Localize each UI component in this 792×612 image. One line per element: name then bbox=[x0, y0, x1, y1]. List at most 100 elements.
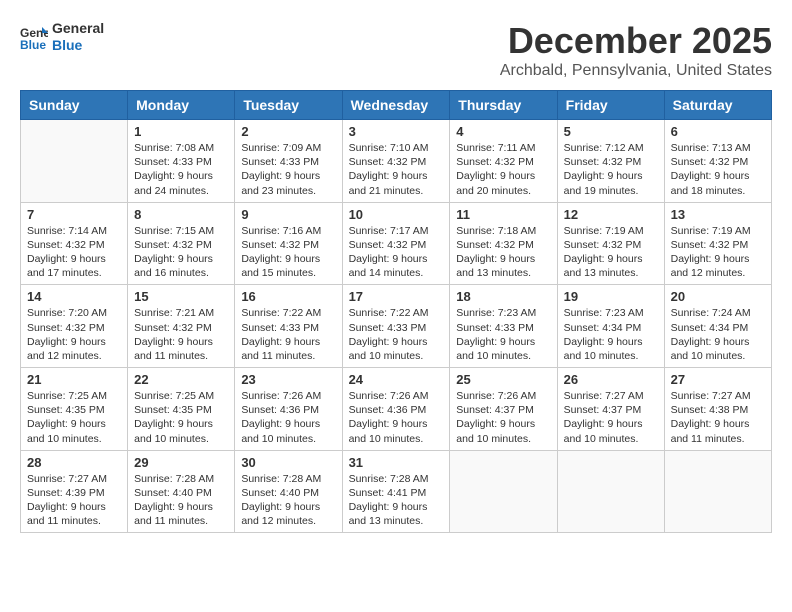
day-number: 10 bbox=[349, 207, 444, 222]
day-info: Sunrise: 7:26 AM Sunset: 4:36 PM Dayligh… bbox=[349, 389, 444, 446]
day-info: Sunrise: 7:12 AM Sunset: 4:32 PM Dayligh… bbox=[564, 141, 658, 198]
day-info: Sunrise: 7:26 AM Sunset: 4:37 PM Dayligh… bbox=[456, 389, 550, 446]
month-title: December 2025 bbox=[500, 20, 772, 62]
calendar-cell: 22 Sunrise: 7:25 AM Sunset: 4:35 PM Dayli… bbox=[128, 368, 235, 451]
calendar-week-row: 21 Sunrise: 7:25 AM Sunset: 4:35 PM Dayli… bbox=[21, 368, 772, 451]
calendar-cell: 24 Sunrise: 7:26 AM Sunset: 4:36 PM Dayli… bbox=[342, 368, 450, 451]
day-number: 13 bbox=[671, 207, 765, 222]
calendar-cell: 18 Sunrise: 7:23 AM Sunset: 4:33 PM Dayli… bbox=[450, 285, 557, 368]
calendar-cell: 28Sunrise: 7:27 AM Sunset: 4:39 PM Dayli… bbox=[21, 450, 128, 533]
day-info: Sunrise: 7:27 AM Sunset: 4:37 PM Dayligh… bbox=[564, 389, 658, 446]
calendar-week-row: 28Sunrise: 7:27 AM Sunset: 4:39 PM Dayli… bbox=[21, 450, 772, 533]
calendar-cell: 9 Sunrise: 7:16 AM Sunset: 4:32 PM Daylig… bbox=[235, 202, 342, 285]
day-number: 11 bbox=[456, 207, 550, 222]
day-number: 2 bbox=[241, 124, 335, 139]
day-info: Sunrise: 7:27 AM Sunset: 4:38 PM Dayligh… bbox=[671, 389, 765, 446]
calendar-cell: 31 Sunrise: 7:28 AM Sunset: 4:41 PM Dayli… bbox=[342, 450, 450, 533]
calendar-cell: 11 Sunrise: 7:18 AM Sunset: 4:32 PM Dayli… bbox=[450, 202, 557, 285]
calendar-cell bbox=[21, 120, 128, 203]
logo-icon: General Blue bbox=[20, 23, 48, 51]
day-number: 27 bbox=[671, 372, 765, 387]
day-info: Sunrise: 7:14 AM Sunset: 4:32 PM Dayligh… bbox=[27, 224, 121, 281]
day-number: 19 bbox=[564, 289, 658, 304]
calendar-cell: 23Sunrise: 7:26 AM Sunset: 4:36 PM Dayli… bbox=[235, 368, 342, 451]
calendar-cell: 3 Sunrise: 7:10 AM Sunset: 4:32 PM Daylig… bbox=[342, 120, 450, 203]
day-number: 12 bbox=[564, 207, 658, 222]
calendar-week-row: 7 Sunrise: 7:14 AM Sunset: 4:32 PM Daylig… bbox=[21, 202, 772, 285]
day-info: Sunrise: 7:25 AM Sunset: 4:35 PM Dayligh… bbox=[27, 389, 121, 446]
calendar-cell: 15 Sunrise: 7:21 AM Sunset: 4:32 PM Dayli… bbox=[128, 285, 235, 368]
day-number: 18 bbox=[456, 289, 550, 304]
logo-line2: Blue bbox=[52, 37, 104, 54]
day-info: Sunrise: 7:23 AM Sunset: 4:33 PM Dayligh… bbox=[456, 306, 550, 363]
day-number: 20 bbox=[671, 289, 765, 304]
day-number: 3 bbox=[349, 124, 444, 139]
calendar-cell: 17Sunrise: 7:22 AM Sunset: 4:33 PM Dayli… bbox=[342, 285, 450, 368]
calendar-cell: 27 Sunrise: 7:27 AM Sunset: 4:38 PM Dayli… bbox=[664, 368, 771, 451]
day-number: 24 bbox=[349, 372, 444, 387]
calendar-cell: 10 Sunrise: 7:17 AM Sunset: 4:32 PM Dayli… bbox=[342, 202, 450, 285]
day-info: Sunrise: 7:10 AM Sunset: 4:32 PM Dayligh… bbox=[349, 141, 444, 198]
day-number: 16 bbox=[241, 289, 335, 304]
day-info: Sunrise: 7:23 AM Sunset: 4:34 PM Dayligh… bbox=[564, 306, 658, 363]
day-number: 22 bbox=[134, 372, 228, 387]
day-info: Sunrise: 7:09 AM Sunset: 4:33 PM Dayligh… bbox=[241, 141, 335, 198]
day-info: Sunrise: 7:28 AM Sunset: 4:40 PM Dayligh… bbox=[134, 472, 228, 529]
calendar-table: SundayMondayTuesdayWednesdayThursdayFrid… bbox=[20, 90, 772, 533]
day-number: 23 bbox=[241, 372, 335, 387]
calendar-cell: 14 Sunrise: 7:20 AM Sunset: 4:32 PM Dayli… bbox=[21, 285, 128, 368]
header-monday: Monday bbox=[128, 91, 235, 120]
day-info: Sunrise: 7:20 AM Sunset: 4:32 PM Dayligh… bbox=[27, 306, 121, 363]
header-wednesday: Wednesday bbox=[342, 91, 450, 120]
day-number: 7 bbox=[27, 207, 121, 222]
calendar-cell: 16Sunrise: 7:22 AM Sunset: 4:33 PM Dayli… bbox=[235, 285, 342, 368]
day-number: 21 bbox=[27, 372, 121, 387]
calendar-cell: 12 Sunrise: 7:19 AM Sunset: 4:32 PM Dayli… bbox=[557, 202, 664, 285]
day-number: 31 bbox=[349, 455, 444, 470]
day-info: Sunrise: 7:25 AM Sunset: 4:35 PM Dayligh… bbox=[134, 389, 228, 446]
calendar-cell: 21 Sunrise: 7:25 AM Sunset: 4:35 PM Dayli… bbox=[21, 368, 128, 451]
calendar-cell: 19 Sunrise: 7:23 AM Sunset: 4:34 PM Dayli… bbox=[557, 285, 664, 368]
day-info: Sunrise: 7:19 AM Sunset: 4:32 PM Dayligh… bbox=[564, 224, 658, 281]
day-number: 1 bbox=[134, 124, 228, 139]
calendar-cell: 8Sunrise: 7:15 AM Sunset: 4:32 PM Daylig… bbox=[128, 202, 235, 285]
calendar-cell: 20 Sunrise: 7:24 AM Sunset: 4:34 PM Dayli… bbox=[664, 285, 771, 368]
title-section: December 2025 Archbald, Pennsylvania, Un… bbox=[500, 20, 772, 80]
calendar-cell: 2 Sunrise: 7:09 AM Sunset: 4:33 PM Daylig… bbox=[235, 120, 342, 203]
day-info: Sunrise: 7:17 AM Sunset: 4:32 PM Dayligh… bbox=[349, 224, 444, 281]
day-number: 14 bbox=[27, 289, 121, 304]
calendar-cell: 13Sunrise: 7:19 AM Sunset: 4:32 PM Dayli… bbox=[664, 202, 771, 285]
day-info: Sunrise: 7:27 AM Sunset: 4:39 PM Dayligh… bbox=[27, 472, 121, 529]
day-number: 6 bbox=[671, 124, 765, 139]
day-number: 5 bbox=[564, 124, 658, 139]
calendar-cell: 25Sunrise: 7:26 AM Sunset: 4:37 PM Dayli… bbox=[450, 368, 557, 451]
day-info: Sunrise: 7:24 AM Sunset: 4:34 PM Dayligh… bbox=[671, 306, 765, 363]
day-number: 8 bbox=[134, 207, 228, 222]
header-saturday: Saturday bbox=[664, 91, 771, 120]
calendar-cell: 4Sunrise: 7:11 AM Sunset: 4:32 PM Daylig… bbox=[450, 120, 557, 203]
day-info: Sunrise: 7:16 AM Sunset: 4:32 PM Dayligh… bbox=[241, 224, 335, 281]
calendar-cell bbox=[664, 450, 771, 533]
day-info: Sunrise: 7:28 AM Sunset: 4:41 PM Dayligh… bbox=[349, 472, 444, 529]
day-info: Sunrise: 7:21 AM Sunset: 4:32 PM Dayligh… bbox=[134, 306, 228, 363]
calendar-cell: 5 Sunrise: 7:12 AM Sunset: 4:32 PM Daylig… bbox=[557, 120, 664, 203]
calendar-cell: 6 Sunrise: 7:13 AM Sunset: 4:32 PM Daylig… bbox=[664, 120, 771, 203]
calendar-cell bbox=[557, 450, 664, 533]
day-info: Sunrise: 7:28 AM Sunset: 4:40 PM Dayligh… bbox=[241, 472, 335, 529]
calendar-cell: 30Sunrise: 7:28 AM Sunset: 4:40 PM Dayli… bbox=[235, 450, 342, 533]
day-number: 9 bbox=[241, 207, 335, 222]
day-info: Sunrise: 7:08 AM Sunset: 4:33 PM Dayligh… bbox=[134, 141, 228, 198]
calendar-cell bbox=[450, 450, 557, 533]
day-number: 15 bbox=[134, 289, 228, 304]
day-info: Sunrise: 7:13 AM Sunset: 4:32 PM Dayligh… bbox=[671, 141, 765, 198]
page-header: General Blue General Blue December 2025 … bbox=[20, 20, 772, 80]
day-info: Sunrise: 7:22 AM Sunset: 4:33 PM Dayligh… bbox=[349, 306, 444, 363]
calendar-cell: 7 Sunrise: 7:14 AM Sunset: 4:32 PM Daylig… bbox=[21, 202, 128, 285]
calendar-cell: 26 Sunrise: 7:27 AM Sunset: 4:37 PM Dayli… bbox=[557, 368, 664, 451]
header-thursday: Thursday bbox=[450, 91, 557, 120]
day-number: 29 bbox=[134, 455, 228, 470]
day-info: Sunrise: 7:18 AM Sunset: 4:32 PM Dayligh… bbox=[456, 224, 550, 281]
header-tuesday: Tuesday bbox=[235, 91, 342, 120]
day-number: 26 bbox=[564, 372, 658, 387]
header-friday: Friday bbox=[557, 91, 664, 120]
